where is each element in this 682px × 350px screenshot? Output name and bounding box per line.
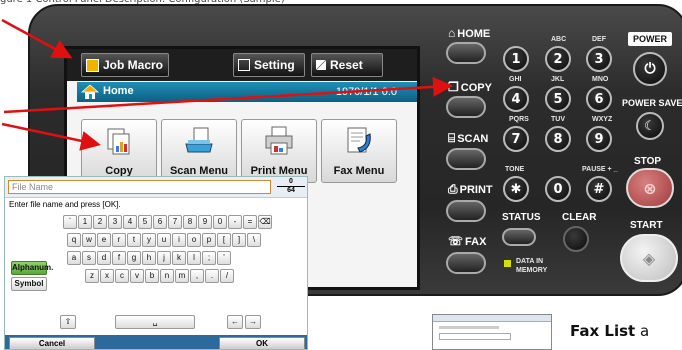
arrow-to-copy-tile xyxy=(1,122,101,151)
fax-list-bold: Fax List xyxy=(570,322,636,340)
arrow-to-screen-edge xyxy=(1,18,73,59)
fax-list-rest: a xyxy=(635,322,650,340)
annotation-arrows xyxy=(1,18,453,151)
arrow-to-copy-key xyxy=(3,76,453,114)
fax-list-thumbnail xyxy=(432,314,552,350)
fax-list-caption: Fax List a xyxy=(570,322,649,340)
